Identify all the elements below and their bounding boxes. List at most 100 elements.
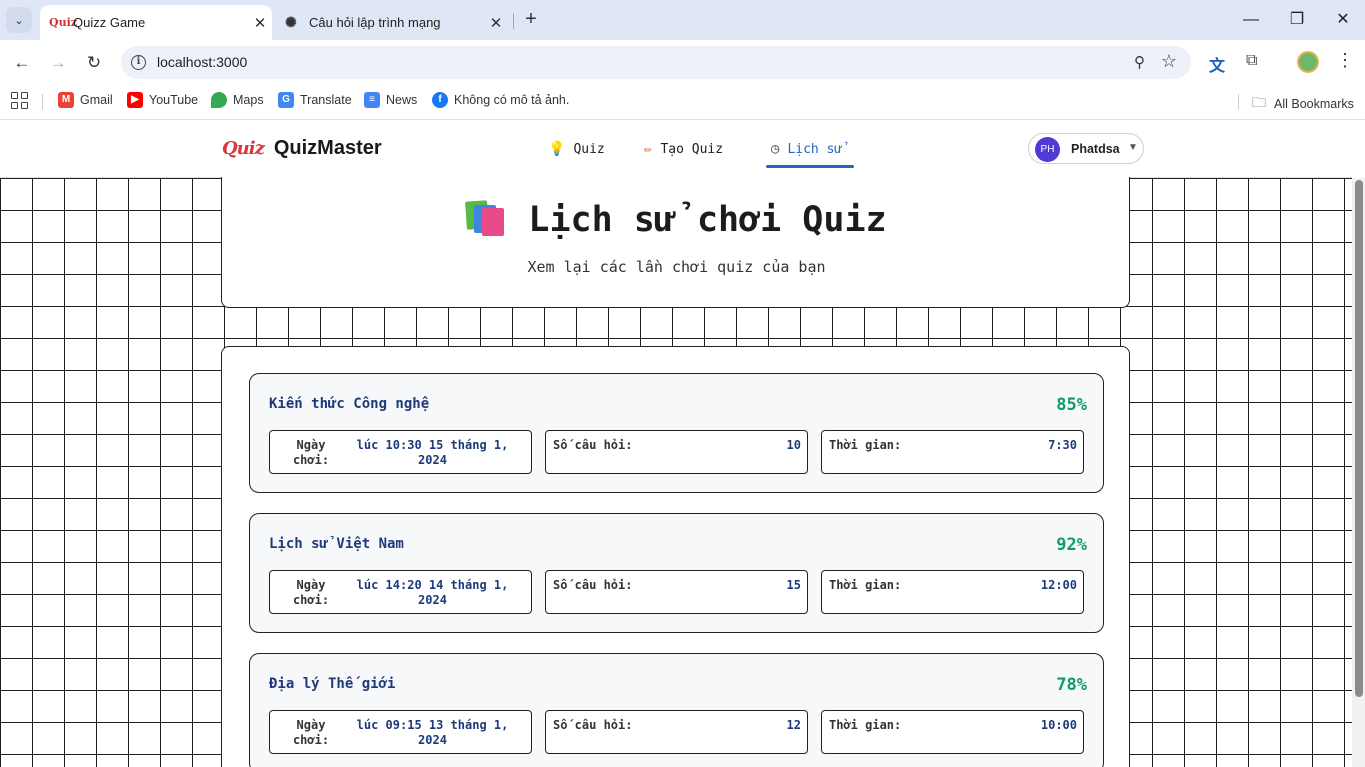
time-stat: Thời gian: 12:00	[821, 570, 1084, 614]
questions-stat: Số câu hỏi: 12	[545, 710, 808, 754]
youtube-icon: ▶	[127, 92, 143, 108]
minimize-icon[interactable]: —	[1236, 8, 1266, 32]
questions-label: Số câu hỏi:	[553, 578, 633, 592]
history-entry[interactable]: Lịch sử Việt Nam 92% Ngày chơi: lúc 14:2…	[249, 513, 1104, 633]
questions-label: Số câu hỏi:	[553, 718, 633, 732]
chevron-down-icon: ▼	[1128, 142, 1138, 153]
history-list: Kiến thức Công nghệ 85% Ngày chơi: lúc 1…	[221, 346, 1130, 767]
bookmark-facebook[interactable]: f Không có mô tả ảnh.	[432, 92, 569, 108]
history-header-card: Lịch sử chơi Quiz Xem lại các lần chơi q…	[221, 177, 1130, 308]
scrollbar-thumb[interactable]	[1355, 180, 1363, 697]
bookmark-translate[interactable]: G Translate	[278, 92, 352, 108]
tab-title: Quizz Game	[73, 15, 146, 30]
brand-name: QuizMaster	[273, 137, 382, 159]
time-label: Thời gian:	[829, 718, 902, 732]
bookmarks-bar	[0, 85, 1365, 120]
page-viewport: Quiz QuizMaster 💡 Quiz ✏ Tạo Quiz ◷ Lịch…	[0, 121, 1352, 767]
quiz-score: 85%	[1056, 395, 1087, 415]
back-icon[interactable]: ←	[10, 51, 34, 75]
date-value: lúc 09:15 13 tháng 1, 2024	[356, 718, 509, 747]
time-label: Thời gian:	[829, 578, 902, 592]
quiz-title: Lịch sử Việt Nam	[269, 536, 404, 552]
forward-icon[interactable]: →	[46, 51, 70, 75]
tab-quizz-game[interactable]: Quiz Quizz Game ✕	[40, 5, 272, 40]
new-tab-button[interactable]: +	[520, 8, 542, 30]
lightbulb-icon: 💡	[548, 141, 566, 157]
books-icon	[465, 199, 506, 236]
quiz-score: 92%	[1056, 535, 1087, 555]
time-label: Thời gian:	[829, 438, 902, 452]
openai-icon: ✺	[285, 14, 297, 31]
translate-extension-icon[interactable]: 文	[1209, 52, 1225, 76]
questions-value: 10	[786, 438, 801, 452]
bookmark-maps[interactable]: Maps	[211, 92, 264, 108]
user-menu[interactable]: PH Phatdsa ▼	[1028, 133, 1144, 164]
quiz-title: Địa lý Thế giới	[269, 676, 396, 692]
profile-avatar[interactable]	[1297, 51, 1319, 73]
quiz-title: Kiến thức Công nghệ	[269, 396, 430, 412]
questions-stat: Số câu hỏi: 15	[545, 570, 808, 614]
user-name: Phatdsa	[1071, 142, 1120, 156]
browser-toolbar: ← → ↻ i localhost:3000 ⚲ ☆ 文 ⧉ ⋮	[0, 40, 1365, 85]
nav-history[interactable]: ◷ Lịch sử	[771, 141, 842, 157]
time-value: 7:30	[1048, 438, 1077, 452]
questions-value: 15	[786, 578, 801, 592]
translate-icon: G	[278, 92, 294, 108]
page-title: Lịch sử chơi Quiz	[222, 199, 1131, 240]
date-label: Ngày chơi:	[292, 578, 330, 607]
questions-stat: Số câu hỏi: 10	[545, 430, 808, 474]
tab-cau-hoi[interactable]: ✺ Câu hỏi lập trình mạng ✕	[276, 5, 508, 40]
bookmark-youtube[interactable]: ▶ YouTube	[127, 92, 198, 108]
tab-divider	[513, 13, 514, 29]
apps-grid-icon[interactable]	[11, 92, 28, 109]
menu-kebab-icon[interactable]: ⋮	[1336, 50, 1354, 71]
close-icon[interactable]: ✕	[484, 14, 508, 32]
user-avatar: PH	[1035, 137, 1060, 162]
restore-icon[interactable]: ❐	[1282, 8, 1312, 32]
history-entry[interactable]: Kiến thức Công nghệ 85% Ngày chơi: lúc 1…	[249, 373, 1104, 493]
tab-title: Câu hỏi lập trình mạng	[309, 15, 441, 30]
page-subtitle: Xem lại các lần chơi quiz của bạn	[527, 258, 826, 276]
zoom-icon[interactable]: ⚲	[1134, 53, 1145, 71]
bookmark-gmail[interactable]: M Gmail	[58, 92, 113, 108]
reload-icon[interactable]: ↻	[82, 51, 106, 75]
extensions-icon[interactable]: ⧉	[1246, 52, 1257, 70]
nav-quiz[interactable]: 💡 Quiz	[548, 141, 605, 157]
time-stat: Thời gian: 10:00	[821, 710, 1084, 754]
nav-create-quiz[interactable]: ✏ Tạo Quiz	[644, 141, 723, 157]
page-scrollbar[interactable]	[1352, 178, 1365, 767]
date-value: lúc 14:20 14 tháng 1, 2024	[356, 578, 509, 607]
browser-tab-bar: ⌄ Quiz Quizz Game ✕ ✺ Câu hỏi lập trình …	[0, 0, 1365, 40]
bookmarks-divider	[42, 94, 43, 110]
questions-label: Số câu hỏi:	[553, 438, 633, 452]
nav-create-quiz-label: Tạo Quiz	[660, 141, 724, 157]
close-icon[interactable]: ✕	[248, 14, 272, 32]
bookmark-star-icon[interactable]: ☆	[1161, 51, 1177, 72]
nav-quiz-label: Quiz	[573, 141, 605, 157]
history-entry[interactable]: Địa lý Thế giới 78% Ngày chơi: lúc 09:15…	[249, 653, 1104, 767]
gmail-icon: M	[58, 92, 74, 108]
all-bookmarks[interactable]: 🗀 All Bookmarks	[1252, 92, 1354, 116]
clock-icon: ◷	[771, 141, 780, 157]
pencil-icon: ✏	[644, 141, 653, 157]
tab-search-button[interactable]: ⌄	[6, 7, 32, 33]
app-navbar: Quiz QuizMaster 💡 Quiz ✏ Tạo Quiz ◷ Lịch…	[0, 121, 1352, 178]
date-value: lúc 10:30 15 tháng 1, 2024	[356, 438, 509, 467]
date-stat: Ngày chơi: lúc 09:15 13 tháng 1, 2024	[269, 710, 532, 754]
news-icon: ≡	[364, 92, 380, 108]
nav-history-label: Lịch sử	[787, 141, 843, 157]
bookmarks-divider	[1238, 94, 1239, 110]
address-bar[interactable]: i localhost:3000 ⚲ ☆	[121, 46, 1191, 79]
bookmark-news[interactable]: ≡ News	[364, 92, 417, 108]
close-window-icon[interactable]: ✕	[1328, 8, 1358, 32]
time-value: 12:00	[1040, 578, 1077, 592]
time-stat: Thời gian: 7:30	[821, 430, 1084, 474]
date-label: Ngày chơi:	[292, 438, 330, 467]
date-label: Ngày chơi:	[292, 718, 330, 747]
folder-icon: 🗀	[1252, 94, 1266, 110]
url-text[interactable]: localhost:3000	[157, 54, 247, 70]
quiz-logo: Quiz	[222, 138, 265, 159]
site-info-icon[interactable]: i	[131, 55, 146, 70]
questions-value: 12	[786, 718, 801, 732]
brand[interactable]: Quiz QuizMaster	[222, 137, 382, 160]
